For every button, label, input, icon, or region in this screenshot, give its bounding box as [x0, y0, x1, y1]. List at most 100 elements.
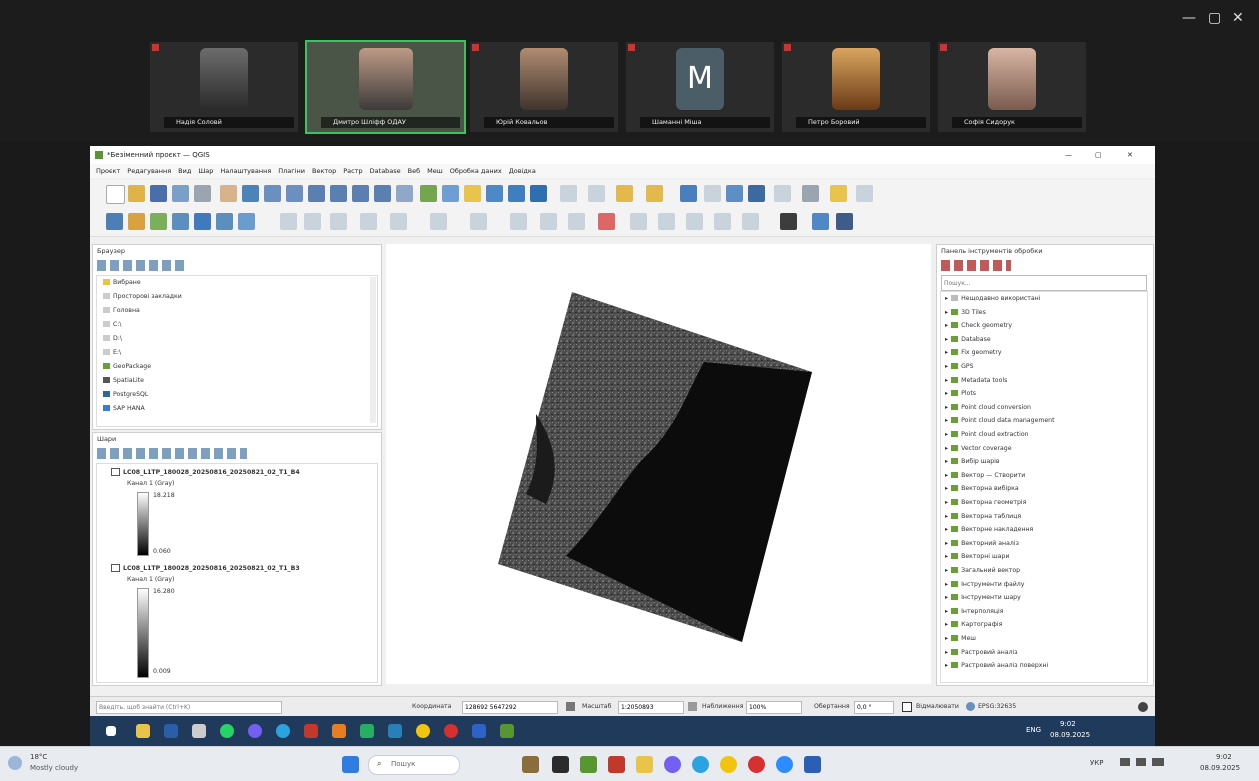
telegram-icon[interactable]	[692, 756, 709, 773]
menu-vector[interactable]: Вектор	[312, 167, 336, 175]
refresh-icon[interactable]	[530, 185, 547, 202]
browser-item-bookmarks[interactable]: Просторові закладки	[103, 293, 182, 300]
menu-edit[interactable]: Редагування	[127, 167, 171, 175]
expand-arrow-icon[interactable]: ▸	[945, 295, 948, 302]
processing-item[interactable]: ▸ Векторні шари	[945, 553, 1009, 560]
qgis-taskbar-icon[interactable]	[500, 724, 514, 738]
menu-raster[interactable]: Растр	[343, 167, 362, 175]
browser-scrollbar[interactable]	[370, 277, 376, 423]
map-canvas[interactable]	[386, 244, 931, 684]
processing-item[interactable]: ▸ Векторна вибірка	[945, 485, 1019, 492]
processing-item[interactable]: ▸ Векторна таблиця	[945, 512, 1021, 520]
processing-toolbar[interactable]	[941, 260, 1011, 271]
new-bookmark-icon[interactable]	[464, 185, 481, 202]
menu-processing[interactable]: Обробка даних	[450, 167, 502, 175]
app-icon[interactable]	[164, 724, 178, 738]
outlook-icon[interactable]	[804, 756, 821, 773]
checkbox-icon[interactable]	[111, 564, 120, 572]
expand-arrow-icon[interactable]: ▸	[945, 485, 948, 492]
weather-temperature[interactable]: 18°C	[30, 753, 47, 761]
processing-item[interactable]: ▸ Plots	[945, 390, 976, 397]
taskbar-search-box[interactable]: ⌕ Пошук	[368, 755, 460, 775]
redo-icon[interactable]	[568, 213, 585, 230]
file-explorer-icon[interactable]	[136, 724, 150, 738]
volume-icon[interactable]	[1136, 758, 1146, 766]
add-raster-layer-icon[interactable]	[150, 213, 167, 230]
menu-help[interactable]: Довідка	[509, 167, 536, 175]
participant-tile[interactable]: Дмитро Шліфф ОДАУ	[305, 40, 466, 134]
checkbox-icon[interactable]	[111, 468, 120, 476]
participant-tile[interactable]: M Шаманні Міша	[626, 42, 774, 132]
app-icon[interactable]	[608, 756, 625, 773]
zoom-out-icon[interactable]	[286, 185, 303, 202]
crs-label[interactable]: EPSG:32635	[978, 703, 1016, 710]
zoom-selection-icon[interactable]	[330, 185, 347, 202]
plugin-icon[interactable]	[836, 213, 853, 230]
expand-arrow-icon[interactable]: ▸	[945, 567, 948, 574]
cut-features-icon[interactable]	[430, 213, 447, 230]
save-edits-icon[interactable]	[304, 213, 321, 230]
processing-search-input[interactable]	[941, 275, 1147, 291]
expand-arrow-icon[interactable]: ▸	[945, 621, 948, 628]
menu-project[interactable]: Проєкт	[96, 167, 120, 175]
zoom-layer-icon[interactable]	[352, 185, 369, 202]
participant-tile[interactable]: Юрій Ковальов	[470, 42, 618, 132]
expand-arrow-icon[interactable]: ▸	[945, 499, 948, 506]
close-button[interactable]: ✕	[1232, 10, 1244, 26]
qgis-minimize-button[interactable]: —	[1065, 146, 1072, 164]
rotation-field[interactable]	[854, 701, 894, 714]
deselect-icon[interactable]	[588, 185, 605, 202]
measure-icon[interactable]	[680, 185, 697, 202]
expand-arrow-icon[interactable]: ▸	[945, 472, 948, 479]
gps-tool-icon[interactable]	[780, 213, 797, 230]
add-vector-layer-icon[interactable]	[128, 213, 145, 230]
qgis-taskbar-icon[interactable]	[580, 756, 597, 773]
processing-item[interactable]: ▸ Меш	[945, 635, 976, 642]
statistics-icon[interactable]	[726, 185, 743, 202]
menu-web[interactable]: Веб	[408, 167, 420, 175]
diagram-tool-icon[interactable]	[856, 185, 873, 202]
layout-manager-icon[interactable]	[194, 185, 211, 202]
annotation-icon[interactable]	[774, 185, 791, 202]
expand-arrow-icon[interactable]: ▸	[945, 309, 948, 316]
messages-icon[interactable]	[1138, 702, 1148, 712]
processing-item[interactable]: ▸ Картографія	[945, 621, 1002, 628]
file-explorer-icon[interactable]	[636, 756, 653, 773]
toggle-editing-icon[interactable]	[280, 213, 297, 230]
browser-item-sap-hana[interactable]: SAP HANA	[103, 405, 145, 412]
browser-item-postgresql[interactable]: PostgreSQL	[103, 391, 148, 398]
browser-toolbar[interactable]	[97, 260, 187, 271]
whatsapp-icon[interactable]	[220, 724, 234, 738]
windows-start-icon[interactable]	[342, 756, 359, 773]
expand-arrow-icon[interactable]: ▸	[945, 540, 948, 547]
processing-item[interactable]: ▸ Інтерполяція	[945, 607, 1003, 615]
render-checkbox[interactable]	[902, 702, 912, 712]
app-icon[interactable]	[552, 756, 569, 773]
label-change-icon[interactable]	[714, 213, 731, 230]
scale-field[interactable]	[618, 701, 684, 714]
expand-arrow-icon[interactable]: ▸	[945, 581, 948, 588]
app-icon[interactable]	[332, 724, 346, 738]
processing-item[interactable]: ▸ Загальний вектор	[945, 567, 1020, 574]
menu-plugins[interactable]: Плагіни	[278, 167, 305, 175]
zoom-full-icon[interactable]	[308, 185, 325, 202]
label-pin-icon[interactable]	[630, 213, 647, 230]
undo-icon[interactable]	[540, 213, 557, 230]
language-indicator[interactable]: УКР	[1090, 759, 1103, 767]
minimize-button[interactable]: —	[1182, 10, 1196, 26]
text-annotation-icon[interactable]	[802, 185, 819, 202]
browser-item-drive-e[interactable]: E:\	[103, 349, 121, 356]
participant-tile[interactable]: Надія Соловй	[150, 42, 298, 132]
zoom-meeting-icon[interactable]	[776, 756, 793, 773]
viber-icon[interactable]	[664, 756, 681, 773]
processing-item[interactable]: ▸ Point cloud conversion	[945, 403, 1031, 411]
processing-item[interactable]: ▸ Растровий аналіз поверхні	[945, 662, 1048, 669]
browser-item-drive-c[interactable]: C:\	[103, 321, 122, 328]
menu-layer[interactable]: Шар	[198, 167, 213, 175]
processing-item[interactable]: ▸ Check geometry	[945, 322, 1012, 329]
viber-icon[interactable]	[248, 724, 262, 738]
expand-arrow-icon[interactable]: ▸	[945, 458, 948, 465]
label-rotate-icon[interactable]	[686, 213, 703, 230]
sum-icon[interactable]	[748, 185, 765, 202]
new-map-view-icon[interactable]	[420, 185, 437, 202]
